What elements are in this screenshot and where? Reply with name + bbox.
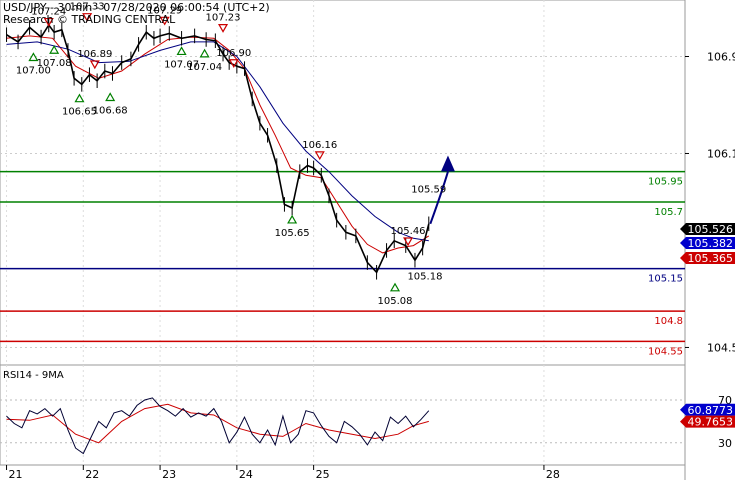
level-label: 105.7 [654,207,683,218]
level-annotation: 105.18 [407,272,442,283]
price-tick-label: 106.9 [707,50,735,63]
swing-high-label: 106.16 [302,140,337,151]
level-label: 105.95 [648,177,683,188]
rsi-badge-label: 49.7653 [688,416,734,429]
price-badge-label: 105.365 [688,252,734,265]
rsi-tick-label: 30 [718,437,732,450]
swing-high-label: 106.90 [216,48,251,59]
level-label: 104.55 [648,346,683,357]
price-badge-label: 105.526 [688,223,734,236]
swing-low-label: 107.08 [37,58,72,69]
time-tick-label: 23 [162,468,176,480]
swing-high-label: 106.89 [77,49,112,60]
rsi-panel-title: RSI14 - 9MA [3,370,64,381]
time-tick-label: 28 [546,468,560,480]
time-tick-label: 21 [9,468,23,480]
chart-subtitle: Research © TRADING CENTRAL [3,13,176,26]
swing-low-label: 107.04 [187,62,222,73]
time-tick-label: 22 [85,468,99,480]
swing-low-label: 105.08 [378,296,413,307]
price-badge-label: 105.382 [688,237,734,250]
rsi-panel-frame [0,364,686,466]
swing-low-label: 106.68 [93,106,128,117]
swing-high-label: 105.46 [391,226,426,237]
time-tick-label: 24 [239,468,253,480]
level-label: 105.15 [648,274,683,285]
level-label: 104.8 [654,316,683,327]
time-tick-label: 25 [316,468,330,480]
price-tick-label: 104.5 [707,341,735,354]
chart-canvas: 105.95105.7105.15104.8104.55 107.24 107.3… [0,0,735,480]
level-annotation: 105.59 [411,184,446,195]
swing-low-label: 105.65 [275,228,310,239]
price-tick-label: 106.1 [707,147,735,160]
swing-high-label: 107.23 [206,13,241,24]
